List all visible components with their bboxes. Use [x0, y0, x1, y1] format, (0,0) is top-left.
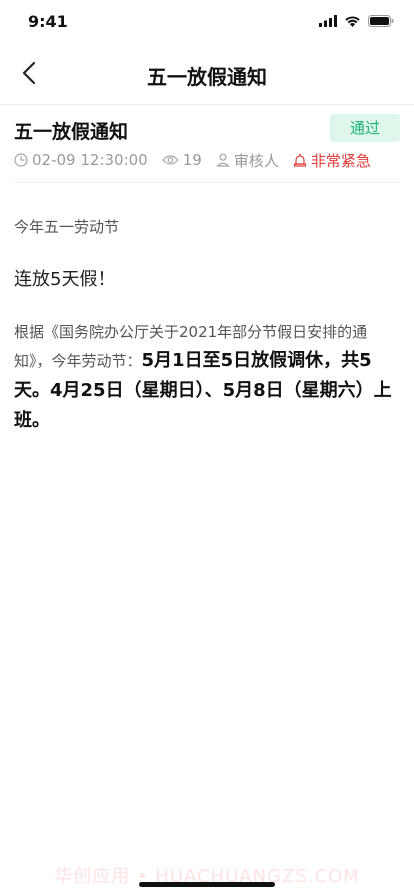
meta-datetime: 02-09 12:30:00	[14, 151, 148, 169]
alarm-icon	[293, 153, 306, 167]
meta-datetime-text: 02-09 12:30:00	[32, 151, 148, 169]
notice-header: 五一放假通知 通过 02-09 12:30:00 19 审核人 非常紧急	[0, 105, 414, 183]
meta-urgency-text: 非常紧急	[310, 151, 371, 170]
meta-views: 19	[161, 151, 202, 169]
notice-title: 五一放假通知	[14, 121, 129, 143]
home-indicator	[139, 882, 275, 887]
status-time: 9:41	[28, 12, 68, 31]
clock-icon	[14, 153, 28, 167]
divider	[14, 182, 400, 183]
wifi-icon	[345, 16, 360, 27]
content-body: 根据《国务院办公厅关于2021年部分节假日安排的通知》，今年劳动节：5月1日至5…	[14, 319, 400, 436]
battery-icon	[368, 15, 394, 27]
eye-icon	[161, 155, 179, 165]
notice-content: 今年五一劳动节 连放5天假！ 根据《国务院办公厅关于2021年部分节假日安排的通…	[14, 213, 400, 436]
meta-reviewer-text: 审核人	[233, 151, 279, 170]
content-line-2: 连放5天假！	[14, 269, 116, 290]
meta-row: 02-09 12:30:00 19 审核人 非常紧急	[14, 149, 385, 171]
meta-urgency: 非常紧急	[293, 150, 371, 171]
user-icon	[215, 153, 230, 167]
navigation-bar: 五一放假通知	[0, 44, 414, 105]
signal-icon	[319, 15, 337, 27]
status-bar: 9:41	[0, 0, 414, 44]
status-badge: 通过	[330, 114, 400, 142]
meta-reviewer: 审核人	[215, 150, 279, 171]
content-line-1: 今年五一劳动节	[14, 218, 120, 236]
meta-views-text: 19	[182, 151, 202, 169]
status-icons	[319, 15, 394, 27]
page-title: 五一放假通知	[147, 65, 267, 89]
